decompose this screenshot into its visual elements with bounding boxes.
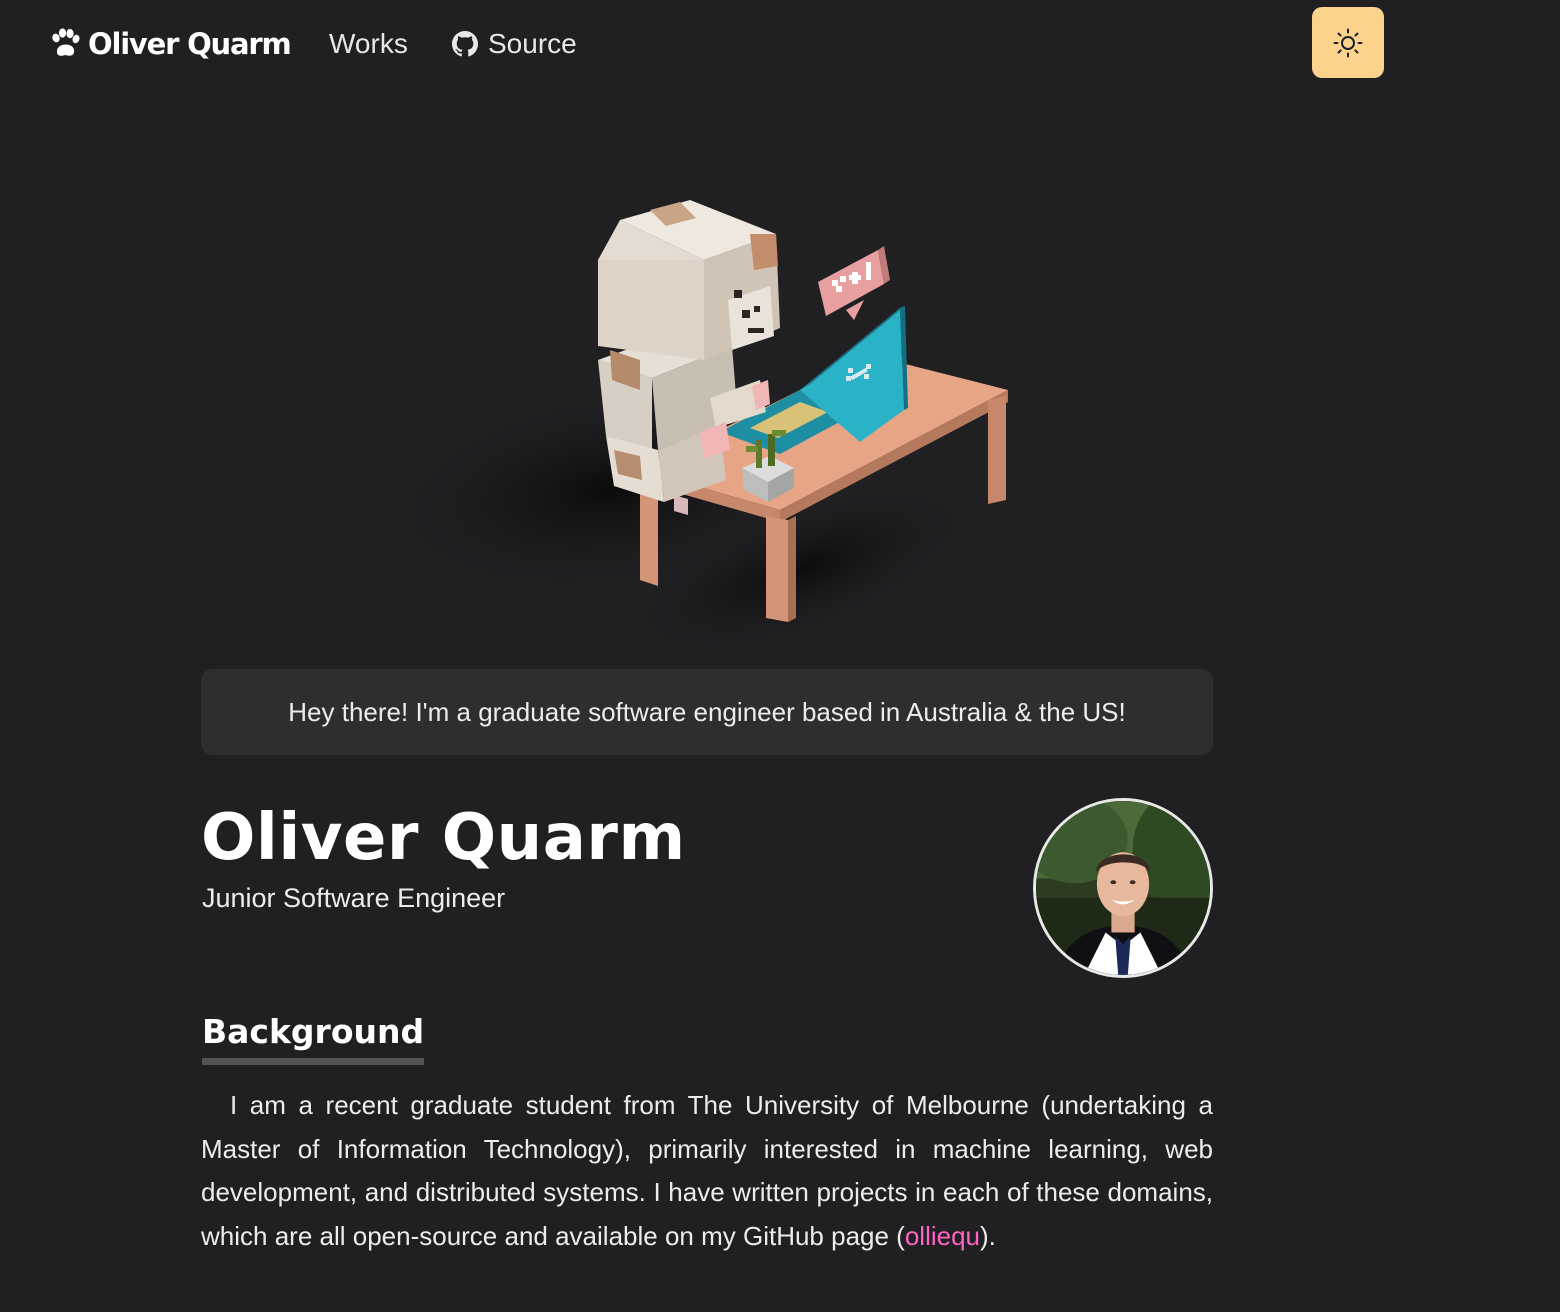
section-heading-background: Background (202, 1010, 425, 1065)
greeting-banner: Hey there! I'm a graduate software engin… (201, 669, 1213, 755)
github-profile-link[interactable]: olliequ (905, 1221, 980, 1251)
github-icon (452, 31, 478, 57)
voxel-dog-illustration (280, 150, 1140, 670)
avatar (1033, 798, 1213, 978)
nav-works-label: Works (329, 28, 408, 59)
navbar: Oliver Quarm Works Source (0, 0, 1560, 88)
background-text-end: ). (980, 1220, 996, 1251)
theme-toggle-button[interactable] (1312, 7, 1384, 78)
greeting-text: Hey there! I'm a graduate software engin… (288, 696, 1126, 727)
nav-works-link[interactable]: Works (329, 22, 408, 66)
paw-icon (52, 28, 80, 56)
nav-source-label: Source (488, 28, 577, 59)
avatar-photo (1036, 801, 1210, 975)
logo-link[interactable]: Oliver Quarm (48, 22, 292, 66)
background-text-start: I am a recent graduate student from The … (201, 1090, 1213, 1251)
logo-text: Oliver Quarm (88, 27, 292, 61)
background-paragraph: I am a recent graduate student from The … (201, 1084, 1213, 1258)
profile-name: Oliver Quarm (201, 801, 686, 875)
profile-role: Junior Software Engineer (202, 883, 506, 913)
nav-source-link[interactable]: Source (452, 22, 577, 66)
sun-icon (1333, 28, 1363, 57)
